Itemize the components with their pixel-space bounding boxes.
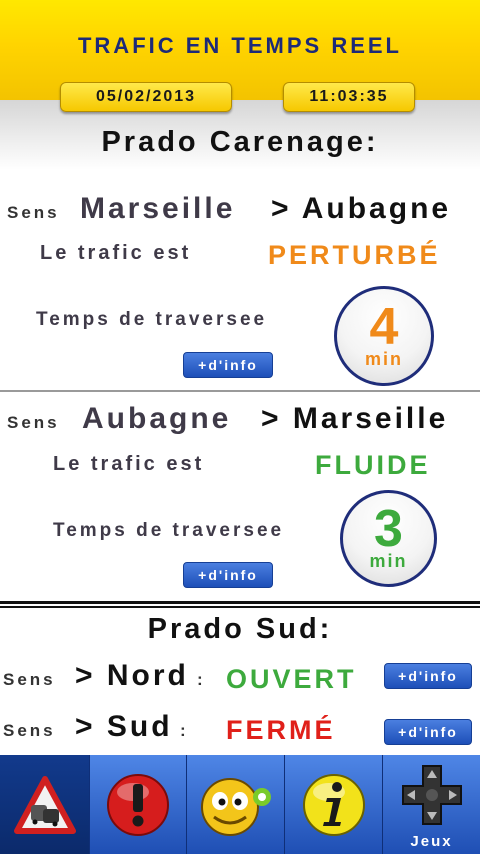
direction-to: > Marseille — [261, 402, 449, 435]
divider — [0, 606, 480, 608]
travel-time-gauge: 3 min — [340, 490, 437, 587]
travel-time-gauge: 4 min — [334, 286, 434, 386]
alert-exclamation-icon — [107, 773, 169, 836]
sens-label: Sens — [7, 203, 60, 222]
traffic-status: PERTURBÉ — [268, 240, 441, 270]
direction-from: Marseille — [80, 192, 236, 225]
tab-info[interactable] — [285, 755, 383, 854]
bottom-tab-bar: Jeux — [0, 755, 480, 854]
tab-traffic[interactable] — [0, 755, 90, 854]
travel-time-unit: min — [364, 349, 403, 369]
section-title-prado-carenage: Prado Carenage: — [101, 126, 379, 158]
info-icon — [302, 773, 365, 836]
trafic-label: Le trafic est — [53, 453, 205, 475]
traffic-jam-warning-icon — [13, 775, 76, 834]
travel-time-unit: min — [369, 551, 408, 571]
mascot-icon — [200, 777, 271, 836]
road-status: FERMÉ — [226, 715, 336, 745]
direction-from: Aubagne — [82, 402, 232, 435]
colon: : — [180, 721, 189, 740]
time-display: 11:03:35 — [283, 82, 415, 112]
more-info-button[interactable]: +d'info — [384, 719, 472, 745]
colon: : — [197, 670, 206, 689]
travel-time-minutes: 3 — [374, 500, 403, 558]
travel-time-label: Temps de traversee — [53, 520, 285, 541]
direction-nord: > Nord — [75, 659, 189, 692]
direction-sud: > Sud — [75, 710, 173, 743]
divider — [0, 601, 480, 604]
sens-label: Sens — [3, 670, 56, 689]
travel-time-minutes: 4 — [369, 298, 399, 356]
tab-label-games: Jeux — [410, 833, 453, 850]
travel-time-label: Temps de traversee — [36, 309, 268, 330]
more-info-button[interactable]: +d'info — [384, 663, 472, 689]
divider — [0, 390, 480, 392]
sens-label: Sens — [7, 413, 60, 432]
road-status: OUVERT — [226, 664, 357, 694]
gamepad-icon — [401, 764, 462, 825]
tab-alerts[interactable] — [90, 755, 187, 854]
direction-to: > Aubagne — [271, 192, 452, 225]
app-title: TRAFIC EN TEMPS REEL — [77, 33, 402, 58]
trafic-label: Le trafic est — [40, 242, 192, 264]
tab-games[interactable]: Jeux — [383, 755, 480, 854]
tab-mascot[interactable] — [187, 755, 285, 854]
traffic-status: FLUIDE — [315, 450, 431, 480]
more-info-button[interactable]: +d'info — [183, 562, 273, 588]
more-info-button[interactable]: +d'info — [183, 352, 273, 378]
sens-label: Sens — [3, 721, 56, 740]
section-title-prado-sud: Prado Sud: — [147, 613, 333, 645]
date-display: 05/02/2013 — [60, 82, 232, 112]
